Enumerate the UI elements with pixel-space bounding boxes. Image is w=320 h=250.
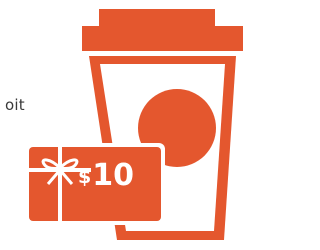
gift-card-promo-illustration [25,9,243,240]
gift-ribbon-vertical [58,147,62,221]
gift-card-amount: $10 [78,161,134,191]
gift-card-amount-number: 10 [92,158,134,193]
cup-lid-rim [82,26,243,51]
cup-lid-top [99,9,215,26]
gift-card-currency: $ [78,166,92,188]
